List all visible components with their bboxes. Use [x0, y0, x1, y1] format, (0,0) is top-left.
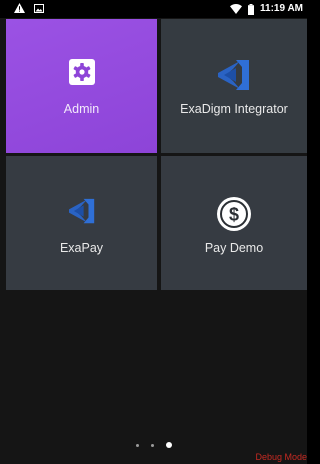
app-tile-exapay[interactable]: ExaPay — [6, 156, 157, 290]
status-bar-right: 11:19 AM — [230, 2, 303, 16]
page-dot-active[interactable] — [165, 442, 172, 448]
exadigm-logo-icon — [66, 198, 98, 224]
svg-text:$: $ — [229, 205, 239, 225]
page-indicator — [0, 442, 307, 448]
gear-icon — [68, 59, 95, 85]
app-tile-pay-demo[interactable]: $ Pay Demo — [161, 156, 307, 290]
home-screen: 11:19 AM Admin ExaDigm Integrator ExaPay… — [0, 0, 307, 464]
page-dot[interactable] — [135, 443, 139, 447]
battery-icon — [248, 3, 255, 15]
app-label: ExaDigm Integrator — [180, 102, 288, 116]
debug-mode-label: Debug Mode — [255, 452, 307, 462]
warning-icon — [14, 3, 25, 16]
app-grid: Admin ExaDigm Integrator ExaPay $ Pay De… — [0, 18, 307, 303]
app-label: Admin — [63, 102, 100, 116]
clock: 11:19 AM — [260, 3, 303, 14]
status-bar: 11:19 AM — [0, 0, 307, 18]
exadigm-logo-icon — [216, 59, 252, 91]
image-icon — [34, 3, 44, 16]
app-tile-exadigm-integrator[interactable]: ExaDigm Integrator — [161, 19, 307, 153]
status-bar-left — [14, 3, 44, 16]
dollar-coin-icon: $ — [216, 196, 252, 232]
app-label: Pay Demo — [204, 241, 264, 255]
page-dot[interactable] — [150, 443, 154, 447]
app-label: ExaPay — [59, 241, 104, 255]
app-tile-admin[interactable]: Admin — [6, 19, 157, 153]
wifi-icon — [230, 4, 243, 14]
